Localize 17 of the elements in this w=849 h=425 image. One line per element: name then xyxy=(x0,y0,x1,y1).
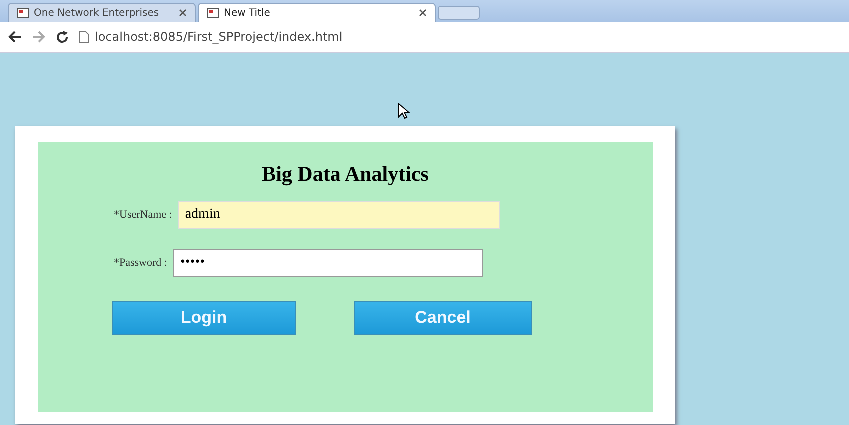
page-icon xyxy=(207,8,219,18)
page-icon xyxy=(17,8,29,18)
close-icon[interactable] xyxy=(179,9,187,17)
back-icon[interactable] xyxy=(8,31,22,43)
field-label: *Password : xyxy=(114,257,168,269)
reload-icon[interactable] xyxy=(56,30,69,44)
page-icon xyxy=(79,31,89,43)
tab-title: New Title xyxy=(224,8,272,18)
browser-tab[interactable]: New Title xyxy=(198,3,436,22)
cursor-icon xyxy=(398,103,410,119)
tab-title: One Network Enterprises xyxy=(34,8,160,18)
input-field[interactable]: ••••• xyxy=(173,249,484,277)
login-heading: Big Data Analytics xyxy=(262,162,429,187)
browser-tab[interactable]: One Network Enterprises xyxy=(8,3,196,22)
close-icon[interactable] xyxy=(419,9,427,17)
input-field[interactable]: admin xyxy=(178,201,500,229)
field-label: *UserName : xyxy=(114,209,172,221)
